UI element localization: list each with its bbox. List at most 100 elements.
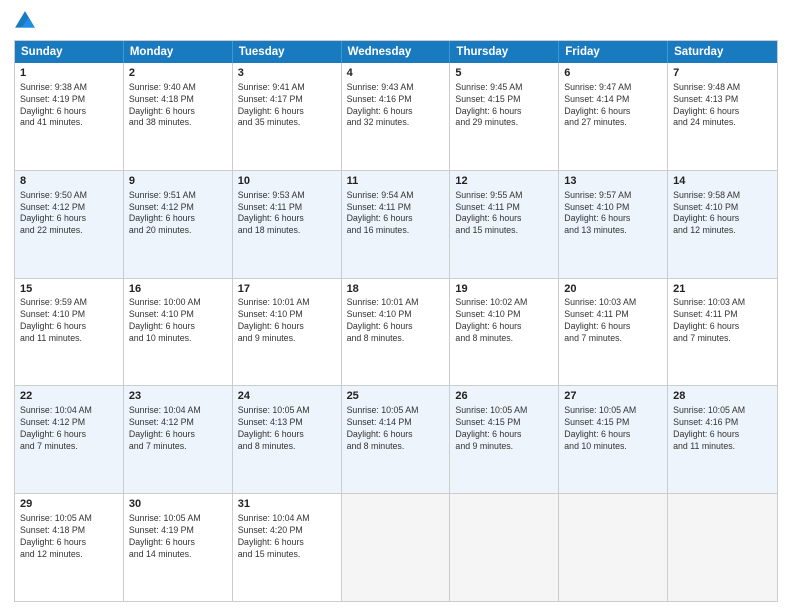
- header-day-monday: Monday: [124, 41, 233, 63]
- day-info: Sunset: 4:18 PM: [129, 94, 227, 106]
- day-info: Sunrise: 9:40 AM: [129, 82, 227, 94]
- calendar-cell: 16Sunrise: 10:00 AMSunset: 4:10 PMDaylig…: [124, 279, 233, 386]
- calendar-cell: 1Sunrise: 9:38 AMSunset: 4:19 PMDaylight…: [15, 63, 124, 170]
- calendar-header: SundayMondayTuesdayWednesdayThursdayFrid…: [15, 41, 777, 63]
- day-info: Daylight: 6 hours: [238, 429, 336, 441]
- day-number: 21: [673, 282, 772, 297]
- day-info: Sunrise: 10:05 AM: [673, 405, 772, 417]
- calendar-row: 1Sunrise: 9:38 AMSunset: 4:19 PMDaylight…: [15, 63, 777, 171]
- day-info: Sunrise: 10:05 AM: [564, 405, 662, 417]
- header-day-friday: Friday: [559, 41, 668, 63]
- day-info: Daylight: 6 hours: [20, 537, 118, 549]
- day-info: and 38 minutes.: [129, 117, 227, 129]
- day-info: Sunrise: 10:05 AM: [20, 513, 118, 525]
- day-info: Daylight: 6 hours: [238, 321, 336, 333]
- day-info: Daylight: 6 hours: [238, 106, 336, 118]
- calendar-cell: 9Sunrise: 9:51 AMSunset: 4:12 PMDaylight…: [124, 171, 233, 278]
- calendar-cell: 15Sunrise: 9:59 AMSunset: 4:10 PMDayligh…: [15, 279, 124, 386]
- day-info: Daylight: 6 hours: [129, 213, 227, 225]
- day-info: Sunrise: 9:51 AM: [129, 190, 227, 202]
- header-day-sunday: Sunday: [15, 41, 124, 63]
- calendar-cell: 31Sunrise: 10:04 AMSunset: 4:20 PMDaylig…: [233, 494, 342, 601]
- day-info: Sunrise: 9:41 AM: [238, 82, 336, 94]
- day-info: Sunset: 4:18 PM: [20, 525, 118, 537]
- day-info: Daylight: 6 hours: [564, 429, 662, 441]
- day-info: Sunrise: 9:55 AM: [455, 190, 553, 202]
- day-info: Daylight: 6 hours: [20, 429, 118, 441]
- day-info: and 20 minutes.: [129, 225, 227, 237]
- day-info: Sunset: 4:15 PM: [455, 417, 553, 429]
- day-number: 10: [238, 174, 336, 189]
- calendar: SundayMondayTuesdayWednesdayThursdayFrid…: [14, 40, 778, 602]
- day-info: Sunset: 4:10 PM: [347, 309, 445, 321]
- logo: [14, 10, 40, 32]
- day-info: and 16 minutes.: [347, 225, 445, 237]
- day-info: and 29 minutes.: [455, 117, 553, 129]
- day-number: 31: [238, 497, 336, 512]
- day-number: 17: [238, 282, 336, 297]
- day-info: Sunrise: 10:02 AM: [455, 297, 553, 309]
- calendar-cell: 13Sunrise: 9:57 AMSunset: 4:10 PMDayligh…: [559, 171, 668, 278]
- day-number: 16: [129, 282, 227, 297]
- day-info: Sunrise: 9:54 AM: [347, 190, 445, 202]
- calendar-body: 1Sunrise: 9:38 AMSunset: 4:19 PMDaylight…: [15, 63, 777, 601]
- day-number: 28: [673, 389, 772, 404]
- day-info: Sunset: 4:14 PM: [347, 417, 445, 429]
- day-info: Sunset: 4:19 PM: [20, 94, 118, 106]
- day-info: Sunset: 4:14 PM: [564, 94, 662, 106]
- day-info: Sunrise: 9:47 AM: [564, 82, 662, 94]
- day-info: and 7 minutes.: [673, 333, 772, 345]
- day-info: and 15 minutes.: [238, 549, 336, 561]
- day-info: and 14 minutes.: [129, 549, 227, 561]
- day-number: 20: [564, 282, 662, 297]
- day-info: and 35 minutes.: [238, 117, 336, 129]
- calendar-cell: 29Sunrise: 10:05 AMSunset: 4:18 PMDaylig…: [15, 494, 124, 601]
- day-info: and 11 minutes.: [673, 441, 772, 453]
- day-info: Daylight: 6 hours: [20, 321, 118, 333]
- day-info: and 9 minutes.: [455, 441, 553, 453]
- calendar-cell: 18Sunrise: 10:01 AMSunset: 4:10 PMDaylig…: [342, 279, 451, 386]
- day-info: Sunset: 4:13 PM: [238, 417, 336, 429]
- calendar-cell: 3Sunrise: 9:41 AMSunset: 4:17 PMDaylight…: [233, 63, 342, 170]
- day-info: Daylight: 6 hours: [129, 537, 227, 549]
- day-info: and 8 minutes.: [238, 441, 336, 453]
- calendar-cell: 24Sunrise: 10:05 AMSunset: 4:13 PMDaylig…: [233, 386, 342, 493]
- day-info: Daylight: 6 hours: [455, 213, 553, 225]
- day-info: Sunrise: 9:43 AM: [347, 82, 445, 94]
- day-number: 19: [455, 282, 553, 297]
- day-number: 4: [347, 66, 445, 81]
- calendar-cell: 7Sunrise: 9:48 AMSunset: 4:13 PMDaylight…: [668, 63, 777, 170]
- calendar-cell: 22Sunrise: 10:04 AMSunset: 4:12 PMDaylig…: [15, 386, 124, 493]
- day-info: Sunset: 4:11 PM: [673, 309, 772, 321]
- day-info: Daylight: 6 hours: [347, 106, 445, 118]
- day-number: 3: [238, 66, 336, 81]
- day-info: and 10 minutes.: [129, 333, 227, 345]
- day-info: and 7 minutes.: [564, 333, 662, 345]
- day-info: Sunrise: 9:45 AM: [455, 82, 553, 94]
- calendar-row: 22Sunrise: 10:04 AMSunset: 4:12 PMDaylig…: [15, 386, 777, 494]
- day-info: Daylight: 6 hours: [564, 106, 662, 118]
- calendar-cell: 4Sunrise: 9:43 AMSunset: 4:16 PMDaylight…: [342, 63, 451, 170]
- page: SundayMondayTuesdayWednesdayThursdayFrid…: [0, 0, 792, 612]
- empty-cell: [559, 494, 668, 601]
- day-info: and 13 minutes.: [564, 225, 662, 237]
- day-info: Sunset: 4:10 PM: [238, 309, 336, 321]
- day-info: Daylight: 6 hours: [238, 537, 336, 549]
- day-number: 25: [347, 389, 445, 404]
- day-info: Sunrise: 10:04 AM: [238, 513, 336, 525]
- day-info: Sunset: 4:11 PM: [455, 202, 553, 214]
- day-info: Sunset: 4:12 PM: [20, 202, 118, 214]
- day-info: Sunset: 4:19 PM: [129, 525, 227, 537]
- day-info: Sunrise: 10:05 AM: [129, 513, 227, 525]
- day-number: 24: [238, 389, 336, 404]
- day-info: Sunrise: 9:48 AM: [673, 82, 772, 94]
- day-info: Sunrise: 10:04 AM: [129, 405, 227, 417]
- day-number: 5: [455, 66, 553, 81]
- calendar-cell: 30Sunrise: 10:05 AMSunset: 4:19 PMDaylig…: [124, 494, 233, 601]
- day-info: Sunrise: 10:05 AM: [455, 405, 553, 417]
- calendar-cell: 17Sunrise: 10:01 AMSunset: 4:10 PMDaylig…: [233, 279, 342, 386]
- day-info: Sunset: 4:15 PM: [564, 417, 662, 429]
- day-info: and 15 minutes.: [455, 225, 553, 237]
- day-info: and 12 minutes.: [20, 549, 118, 561]
- calendar-row: 8Sunrise: 9:50 AMSunset: 4:12 PMDaylight…: [15, 171, 777, 279]
